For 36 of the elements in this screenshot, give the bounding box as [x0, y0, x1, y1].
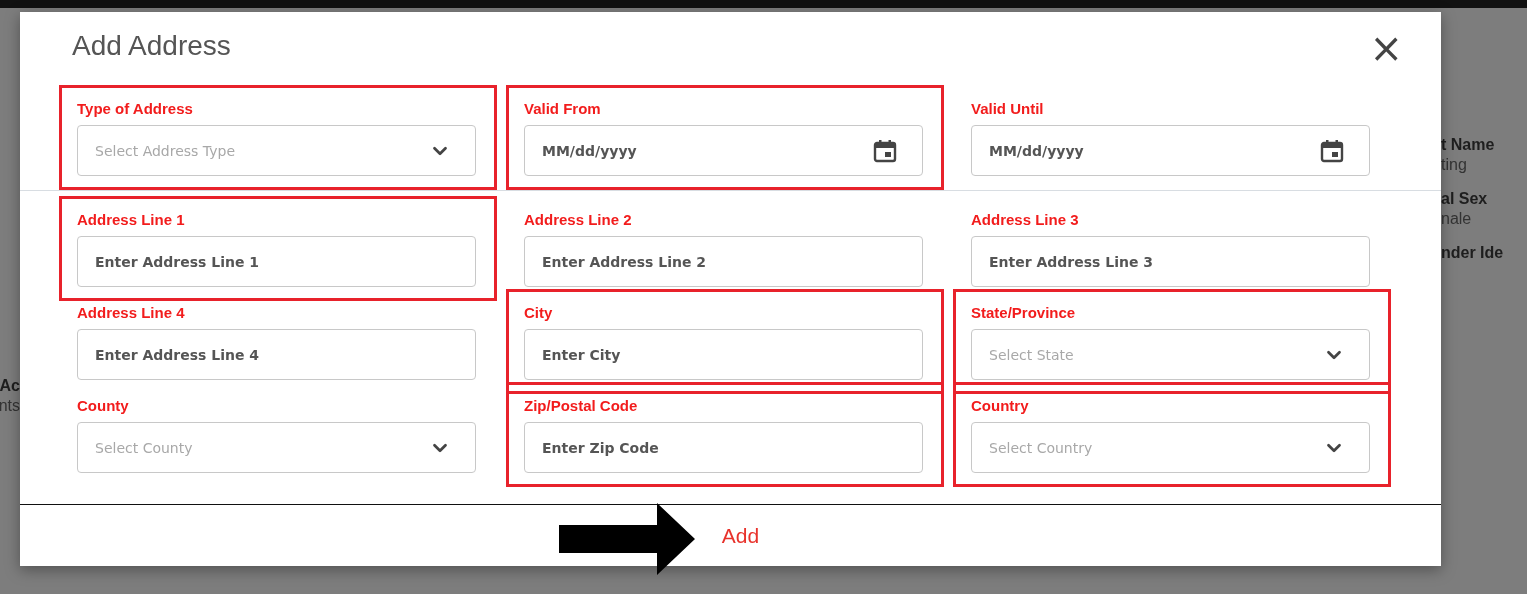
input-field[interactable]: Enter Zip Code [524, 422, 923, 473]
field-label: County [77, 397, 130, 415]
input-field[interactable]: Enter Address Line 1 [77, 236, 476, 287]
field-label: Valid From [524, 100, 602, 118]
date-field[interactable]: MM/dd/yyyy [971, 125, 1370, 176]
background-text: nder Ide [1441, 243, 1505, 263]
select-field[interactable]: Select County [77, 422, 476, 473]
close-button[interactable]: × [1369, 30, 1403, 66]
select-field[interactable]: Select State [971, 329, 1370, 380]
field-label: Address Line 1 [77, 211, 186, 229]
field-label: Valid Until [971, 100, 1045, 118]
background-text: Ac [0, 376, 20, 396]
field-label: Address Line 3 [971, 211, 1080, 229]
field-label: City [524, 304, 554, 322]
field-label: State/Province [971, 304, 1077, 322]
add-button[interactable]: Add [715, 519, 766, 552]
field-label: Country [971, 397, 1030, 415]
field-label: Address Line 4 [77, 304, 186, 322]
background-text: nts [0, 396, 20, 416]
field-label: Address Line 2 [524, 211, 633, 229]
background-text: nale [1441, 209, 1473, 229]
dialog-title: Add Address [72, 30, 231, 62]
calendar-icon[interactable] [872, 138, 898, 163]
input-field[interactable]: Enter Address Line 3 [971, 236, 1370, 287]
background-text: al Sex [1441, 189, 1489, 209]
select-field[interactable]: Select Country [971, 422, 1370, 473]
background-text: ting [1441, 155, 1468, 175]
input-field[interactable]: Enter City [524, 329, 923, 380]
input-field[interactable]: Enter Address Line 2 [524, 236, 923, 287]
calendar-icon[interactable] [1319, 138, 1345, 163]
date-field[interactable]: MM/dd/yyyy [524, 125, 923, 176]
input-field[interactable]: Enter Address Line 4 [77, 329, 476, 380]
field-label: Zip/Postal Code [524, 397, 639, 415]
field-label: Type of Address [77, 100, 194, 118]
background-text: t Name [1441, 135, 1496, 155]
select-field[interactable]: Select Address Type [77, 125, 476, 176]
